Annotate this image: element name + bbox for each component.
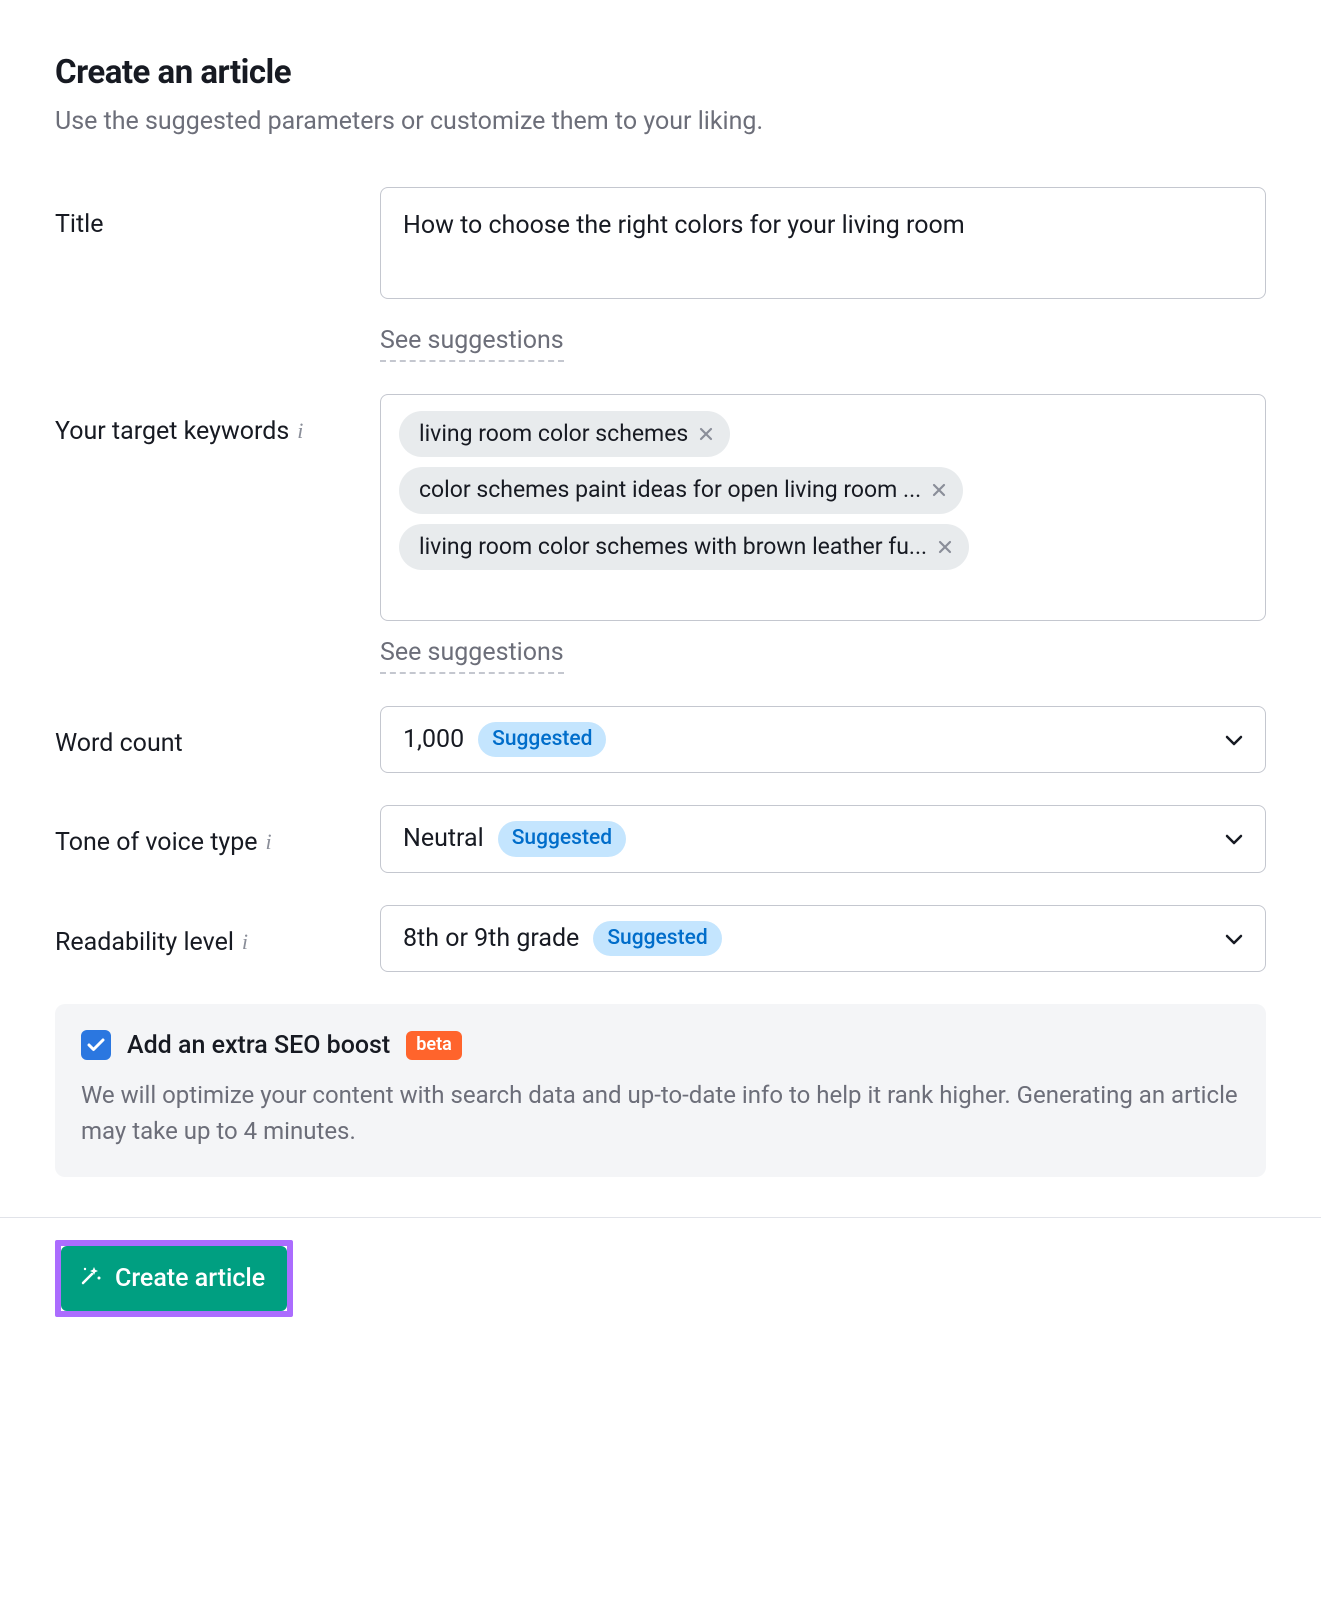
create-article-highlight: Create article bbox=[55, 1240, 293, 1317]
suggested-badge: Suggested bbox=[478, 722, 606, 757]
keywords-label: Your target keywords bbox=[55, 414, 289, 449]
page-title: Create an article bbox=[55, 50, 1266, 96]
info-icon[interactable]: i bbox=[242, 927, 248, 958]
beta-badge: beta bbox=[406, 1031, 462, 1059]
word-count-label: Word count bbox=[55, 706, 380, 761]
see-suggestions-title[interactable]: See suggestions bbox=[380, 323, 564, 362]
keyword-chip-label: color schemes paint ideas for open livin… bbox=[419, 474, 921, 506]
page-subtitle: Use the suggested parameters or customiz… bbox=[55, 104, 1266, 139]
readability-value: 8th or 9th grade bbox=[403, 921, 579, 956]
create-article-label: Create article bbox=[115, 1264, 265, 1293]
seo-boost-panel: Add an extra SEO boost beta We will opti… bbox=[55, 1004, 1266, 1177]
keyword-chip-label: living room color schemes with brown lea… bbox=[419, 531, 927, 563]
tone-value: Neutral bbox=[403, 821, 484, 856]
see-suggestions-keywords[interactable]: See suggestions bbox=[380, 635, 564, 674]
check-icon bbox=[87, 1038, 105, 1052]
readability-select[interactable]: 8th or 9th grade Suggested bbox=[380, 905, 1266, 972]
suggested-badge: Suggested bbox=[498, 821, 626, 856]
title-label: Title bbox=[55, 187, 380, 242]
keyword-chip[interactable]: living room color schemes bbox=[399, 411, 730, 457]
info-icon[interactable]: i bbox=[266, 827, 272, 858]
keyword-chip[interactable]: color schemes paint ideas for open livin… bbox=[399, 467, 963, 513]
tone-select[interactable]: Neutral Suggested bbox=[380, 805, 1266, 872]
seo-boost-checkbox[interactable] bbox=[81, 1030, 111, 1060]
chevron-down-icon bbox=[1225, 722, 1243, 757]
keyword-chip-label: living room color schemes bbox=[419, 418, 688, 450]
keywords-input[interactable]: living room color schemes color schemes … bbox=[380, 394, 1266, 621]
word-count-select[interactable]: 1,000 Suggested bbox=[380, 706, 1266, 773]
tone-label: Tone of voice type bbox=[55, 825, 258, 860]
title-input[interactable]: How to choose the right colors for your … bbox=[380, 187, 1266, 299]
seo-boost-description: We will optimize your content with searc… bbox=[81, 1077, 1240, 1149]
seo-boost-label: Add an extra SEO boost bbox=[127, 1028, 390, 1063]
magic-wand-icon bbox=[79, 1263, 103, 1294]
close-icon[interactable] bbox=[931, 482, 947, 498]
readability-label: Readability level bbox=[55, 925, 234, 960]
chevron-down-icon bbox=[1225, 821, 1243, 856]
create-article-button[interactable]: Create article bbox=[61, 1246, 287, 1311]
keyword-chip[interactable]: living room color schemes with brown lea… bbox=[399, 524, 969, 570]
chevron-down-icon bbox=[1225, 921, 1243, 956]
close-icon[interactable] bbox=[698, 426, 714, 442]
close-icon[interactable] bbox=[937, 539, 953, 555]
word-count-value: 1,000 bbox=[403, 722, 464, 757]
suggested-badge: Suggested bbox=[593, 921, 721, 956]
info-icon[interactable]: i bbox=[297, 416, 303, 447]
